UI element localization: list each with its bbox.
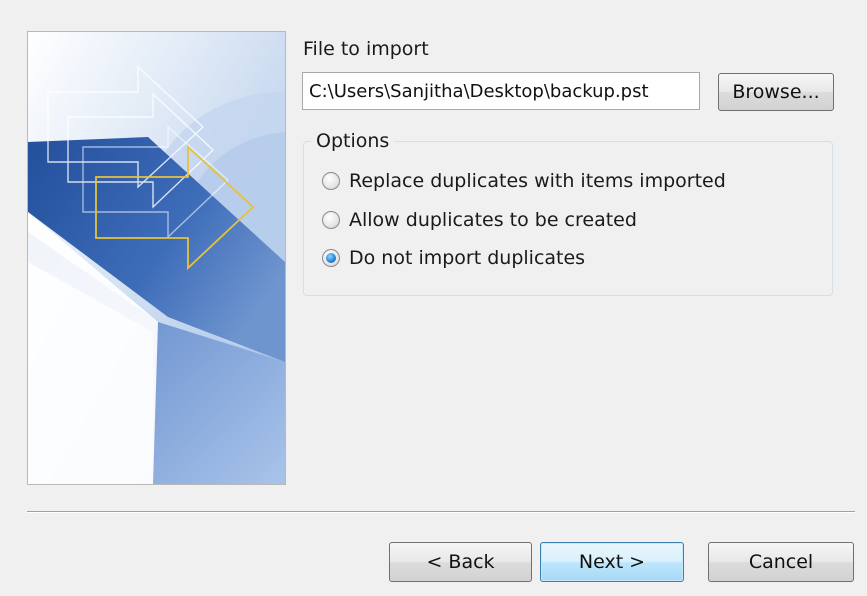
option-label: Allow duplicates to be created [349, 209, 637, 231]
radio-unselected-icon[interactable] [322, 172, 340, 190]
import-arrows-illustration-icon [28, 32, 285, 484]
file-path-input[interactable] [302, 72, 700, 110]
back-button[interactable]: < Back [389, 542, 532, 582]
radio-unselected-icon[interactable] [322, 211, 340, 229]
footer-separator [27, 511, 855, 513]
options-legend: Options [311, 130, 395, 152]
next-button[interactable]: Next > [540, 542, 684, 582]
option-do-not-import-duplicates[interactable]: Do not import duplicates [322, 244, 585, 272]
option-label: Replace duplicates with items imported [349, 170, 726, 192]
file-to-import-label: File to import [303, 38, 429, 60]
option-allow-duplicates[interactable]: Allow duplicates to be created [322, 206, 637, 234]
wizard-illustration [27, 31, 286, 485]
radio-selected-icon[interactable] [322, 249, 340, 267]
browse-button[interactable]: Browse... [718, 73, 834, 111]
option-label: Do not import duplicates [349, 247, 586, 269]
option-replace-duplicates[interactable]: Replace duplicates with items imported [322, 167, 726, 195]
cancel-button[interactable]: Cancel [708, 542, 854, 582]
